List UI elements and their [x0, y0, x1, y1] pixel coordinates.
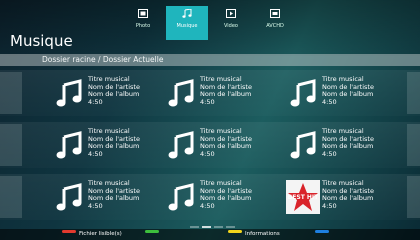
partial-item-right[interactable]: [407, 72, 420, 114]
color-key-pill: [145, 230, 159, 233]
music-note-icon: [164, 128, 198, 162]
partial-item-right[interactable]: [407, 176, 420, 218]
track-meta: Titre musical Nom de l'artiste Nom de l'al…: [88, 75, 140, 106]
photo-icon: [138, 9, 148, 18]
partial-item-left[interactable]: [0, 72, 22, 114]
grid-row: Titre musical Nom de l'artiste Nom de l'al…: [0, 122, 420, 168]
track-meta: Titre musical Nom de l'artiste Nom de l'al…: [200, 179, 252, 210]
media-tabs: Photo Musique Video AVCHD: [122, 6, 298, 40]
track-duration: 4:50: [322, 149, 337, 158]
music-icon: [182, 9, 192, 18]
tab-musique-label: Musique: [176, 23, 198, 29]
track-duration: 4:50: [200, 97, 215, 106]
breadcrumb: Dossier racine / Dossier Actuelle: [42, 55, 164, 64]
tab-photo-label: Photo: [135, 23, 151, 29]
page-title: Musique: [10, 32, 73, 50]
color-key-pill: [62, 230, 76, 233]
best-hit-album-art: BEST HIT: [286, 180, 320, 214]
music-item[interactable]: Titre musical Nom de l'artiste Nom de l'al…: [52, 122, 172, 168]
music-item[interactable]: Titre musical Nom de l'artiste Nom de l'al…: [164, 174, 284, 220]
tab-musique[interactable]: Musique: [166, 6, 208, 40]
tab-video-label: Video: [223, 23, 238, 29]
color-key-label: Fichier lisible(s): [79, 231, 122, 237]
page-dot: [190, 226, 199, 228]
avchd-icon: [270, 9, 280, 18]
music-item[interactable]: Titre musical Nom de l'artiste Nom de l'al…: [52, 174, 172, 220]
track-meta: Titre musical Nom de l'artiste Nom de l'al…: [88, 127, 140, 158]
grid-row: Titre musical Nom de l'artiste Nom de l'al…: [0, 70, 420, 116]
track-meta: Titre musical Nom de l'artiste Nom de l'al…: [322, 179, 374, 210]
music-grid: Titre musical Nom de l'artiste Nom de l'al…: [0, 70, 420, 220]
svg-text:BEST HIT: BEST HIT: [288, 194, 319, 201]
music-note-icon: [286, 76, 320, 110]
color-key-pill: [315, 230, 329, 233]
music-item[interactable]: BEST HIT Titre musical Nom de l'artiste Nom…: [286, 174, 406, 220]
track-duration: 4:50: [200, 201, 215, 210]
video-icon: [226, 9, 236, 18]
partial-item-left[interactable]: [0, 176, 22, 218]
track-duration: 4:50: [200, 149, 215, 158]
color-key-pill: [228, 230, 242, 233]
track-meta: Titre musical Nom de l'artiste Nom de l'al…: [88, 179, 140, 210]
music-item[interactable]: Titre musical Nom de l'artiste Nom de l'al…: [52, 70, 172, 116]
page-dot: [202, 226, 211, 228]
color-key-label: Informations: [245, 231, 280, 237]
track-duration: 4:50: [88, 149, 103, 158]
track-duration: 4:50: [322, 201, 337, 210]
track-meta: Titre musical Nom de l'artiste Nom de l'al…: [200, 75, 252, 106]
track-duration: 4:50: [322, 97, 337, 106]
music-note-icon: [286, 128, 320, 162]
music-note-icon: [52, 128, 86, 162]
page-dot: [226, 226, 235, 228]
music-note-icon: [164, 76, 198, 110]
page-indicator: [190, 226, 238, 228]
header-bar: Photo Musique Video AVCHD Musique: [0, 0, 420, 56]
color-key-bar: Fichier lisible(s) Informations: [0, 229, 420, 240]
tab-video[interactable]: Video: [210, 6, 252, 40]
music-item[interactable]: Titre musical Nom de l'artiste Nom de l'al…: [286, 122, 406, 168]
track-duration: 4:50: [88, 201, 103, 210]
tab-avchd[interactable]: AVCHD: [254, 6, 296, 40]
partial-item-right[interactable]: [407, 124, 420, 166]
music-note-icon: [52, 76, 86, 110]
track-meta: Titre musical Nom de l'artiste Nom de l'al…: [322, 75, 374, 106]
music-note-icon: [164, 180, 198, 214]
music-item[interactable]: Titre musical Nom de l'artiste Nom de l'al…: [164, 70, 284, 116]
track-meta: Titre musical Nom de l'artiste Nom de l'al…: [322, 127, 374, 158]
music-note-icon: [52, 180, 86, 214]
partial-item-left[interactable]: [0, 124, 22, 166]
track-meta: Titre musical Nom de l'artiste Nom de l'al…: [200, 127, 252, 158]
breadcrumb-bar: Dossier racine / Dossier Actuelle: [0, 54, 420, 66]
music-item[interactable]: Titre musical Nom de l'artiste Nom de l'al…: [286, 70, 406, 116]
page-dot: [214, 226, 223, 228]
tab-photo[interactable]: Photo: [122, 6, 164, 40]
tab-avchd-label: AVCHD: [266, 23, 284, 29]
track-duration: 4:50: [88, 97, 103, 106]
music-item[interactable]: Titre musical Nom de l'artiste Nom de l'al…: [164, 122, 284, 168]
grid-row: Titre musical Nom de l'artiste Nom de l'al…: [0, 174, 420, 220]
